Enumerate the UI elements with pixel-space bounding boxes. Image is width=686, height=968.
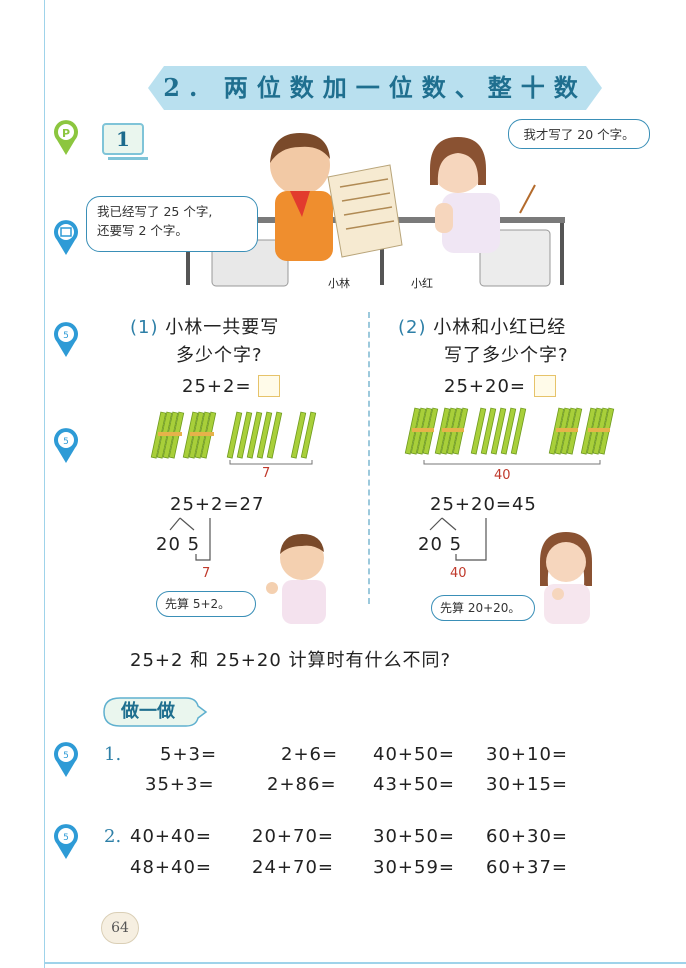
pin-timer-icon: 5 bbox=[52, 822, 80, 860]
counting-sticks-part2 bbox=[404, 407, 615, 465]
part1-result: 25+2=27 bbox=[170, 494, 265, 515]
exercise-item: 2+86= bbox=[267, 774, 337, 795]
exercise-item: 30+10= bbox=[486, 744, 568, 765]
section-title-banner: 2. 两位数加一位数、整十数 bbox=[148, 66, 602, 110]
part2-split: 20 5 bbox=[418, 534, 463, 555]
svg-text:5: 5 bbox=[63, 751, 69, 761]
boy-illustration bbox=[266, 534, 326, 624]
part2-equation: 25+20= bbox=[444, 376, 526, 397]
page-number: 64 bbox=[101, 912, 139, 944]
exercise-item: 43+50= bbox=[373, 774, 455, 795]
exercise-item: 24+70= bbox=[252, 857, 334, 878]
exercise-item: 48+40= bbox=[130, 857, 212, 878]
exercise-number: 1. bbox=[104, 744, 122, 765]
exercise-item: 30+50= bbox=[373, 826, 455, 847]
exercise-item: 30+15= bbox=[486, 774, 568, 795]
part2-result: 25+20=45 bbox=[430, 494, 537, 515]
question-line: 多少个字? bbox=[176, 345, 263, 366]
exercise-item: 60+30= bbox=[486, 826, 568, 847]
part2-split-label: 40 bbox=[450, 566, 467, 581]
part1-stick-label: 7 bbox=[262, 466, 271, 481]
exercise-item: 20+70= bbox=[252, 826, 334, 847]
svg-text:5: 5 bbox=[63, 833, 69, 843]
speech-bubble-boy: 我已经写了 25 个字, 还要写 2 个字。 bbox=[86, 196, 258, 252]
pin-video-icon bbox=[52, 218, 80, 256]
part2-stick-label: 40 bbox=[494, 468, 511, 483]
pin-green-icon: P bbox=[52, 118, 80, 156]
margin-line bbox=[44, 0, 45, 968]
bubble-line: 我已经写了 25 个字, bbox=[97, 204, 213, 219]
example-number: 1 bbox=[102, 123, 148, 160]
svg-text:5: 5 bbox=[63, 437, 69, 447]
counting-sticks-part1 bbox=[150, 411, 317, 465]
exercise-item: 35+3= bbox=[145, 774, 215, 795]
pin-timer-icon: 5 bbox=[52, 426, 80, 464]
pin-timer-icon: 5 bbox=[52, 320, 80, 358]
speech-bubble-girl: 我才写了 20 个字。 bbox=[508, 119, 650, 149]
question-line: 小林和小红已经 bbox=[433, 317, 567, 338]
exercise-item: 30+59= bbox=[373, 857, 455, 878]
svg-text:P: P bbox=[62, 127, 70, 140]
exercise-item: 40+50= bbox=[373, 744, 455, 765]
answer-box[interactable] bbox=[258, 375, 280, 397]
question-line: 小林一共要写 bbox=[165, 317, 280, 338]
part1-question: (1) 小林一共要写 多少个字? bbox=[130, 314, 279, 370]
bottom-line bbox=[44, 962, 686, 964]
part2-label: (2) bbox=[398, 317, 427, 338]
exercise-item: 60+37= bbox=[486, 857, 568, 878]
exercise-item: 5+3= bbox=[160, 744, 218, 765]
girl-illustration bbox=[540, 532, 592, 624]
part1-label: (1) bbox=[130, 317, 159, 338]
answer-box[interactable] bbox=[534, 375, 556, 397]
part1-split: 20 5 bbox=[156, 534, 201, 555]
practice-tag: 做一做 bbox=[100, 696, 208, 728]
pin-timer-icon: 5 bbox=[52, 740, 80, 778]
hint-bubble-part2: 先算 20+20。 bbox=[431, 595, 535, 621]
exercise-number: 2. bbox=[104, 826, 122, 847]
name-boy: 小林 bbox=[328, 277, 350, 290]
part1-split-label: 7 bbox=[202, 566, 211, 581]
name-girl: 小红 bbox=[411, 277, 433, 290]
compare-question: 25+2 和 25+20 计算时有什么不同? bbox=[130, 650, 452, 671]
exercise-item: 40+40= bbox=[130, 826, 212, 847]
question-line: 写了多少个字? bbox=[444, 345, 569, 366]
practice-label: 做一做 bbox=[121, 701, 175, 722]
bubble-line: 还要写 2 个字。 bbox=[97, 223, 188, 238]
svg-text:5: 5 bbox=[63, 331, 69, 341]
hint-bubble-part1: 先算 5+2。 bbox=[156, 591, 256, 617]
exercise-item: 2+6= bbox=[281, 744, 339, 765]
dashed-divider bbox=[368, 312, 370, 604]
part2-question: (2) 小林和小红已经 写了多少个字? bbox=[398, 314, 569, 370]
part1-equation: 25+2= bbox=[182, 376, 252, 397]
section-title: 2. 两位数加一位数、整十数 bbox=[163, 73, 587, 102]
